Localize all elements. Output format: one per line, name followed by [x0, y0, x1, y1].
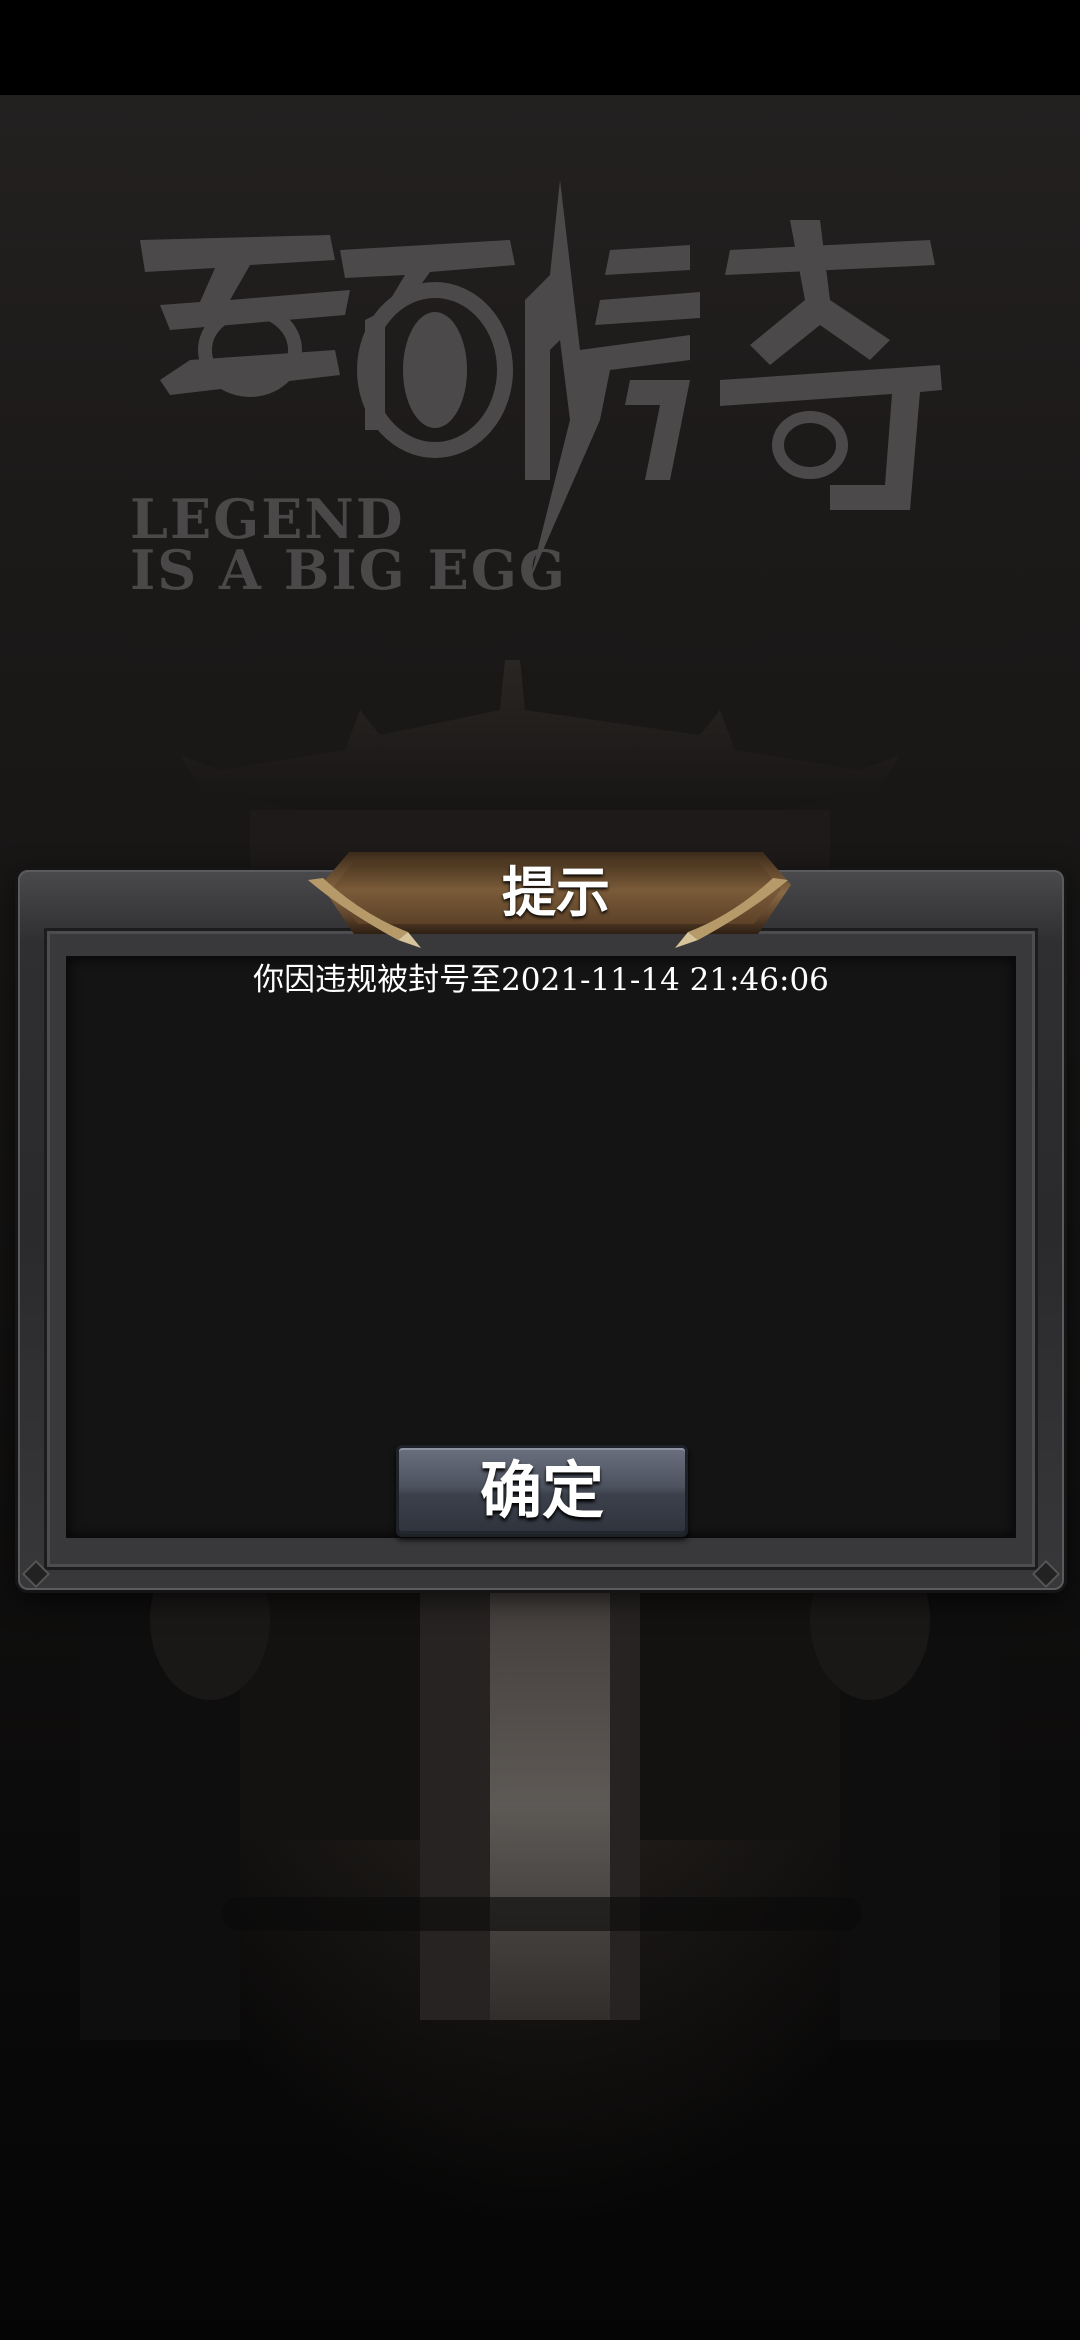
logo-subtitle-line2: IS A BIG EGG	[130, 538, 567, 602]
ban-message: 你因违规被封号至2021-11-14 21:46:06	[253, 962, 829, 998]
home-indicator	[222, 1897, 862, 1931]
notice-dialog: 提示 你因违规被封号至2021-11-14 21:46:06 确定	[18, 852, 1064, 1590]
status-bar	[0, 0, 1080, 95]
dialog-title: 提示	[502, 861, 610, 924]
confirm-button[interactable]: 确定	[396, 1445, 688, 1537]
